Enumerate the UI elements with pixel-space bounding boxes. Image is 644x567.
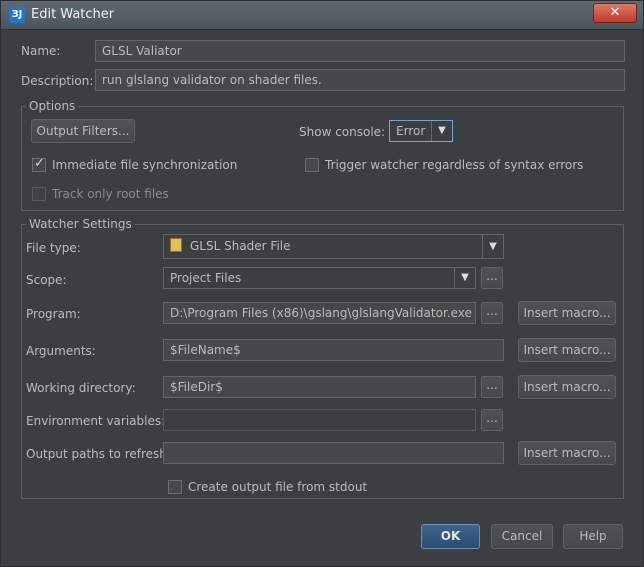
show-console-value: Error [396, 124, 426, 138]
arguments-insert-macro-button[interactable]: Insert macro... [518, 338, 616, 362]
dialog-title: Edit Watcher [31, 7, 115, 22]
program-browse-button[interactable]: ... [481, 302, 503, 324]
environment-variables-label: Environment variables: [26, 414, 166, 428]
environment-variables-browse-button[interactable]: ... [481, 409, 503, 431]
scope-value: Project Files [170, 271, 242, 285]
glsl-file-icon [170, 238, 182, 252]
description-label: Description: [21, 74, 94, 88]
working-directory-browse-button[interactable]: ... [481, 376, 503, 398]
output-paths-insert-macro-button[interactable]: Insert macro... [518, 441, 616, 465]
ok-button[interactable]: OK [421, 524, 480, 549]
track-root-checkbox[interactable] [32, 187, 46, 201]
environment-variables-input[interactable] [163, 409, 476, 431]
name-label: Name: [21, 44, 61, 58]
create-output-checkbox[interactable] [168, 480, 182, 494]
chevron-down-icon: ▼ [454, 268, 475, 288]
output-paths-input[interactable] [163, 442, 504, 464]
cancel-button[interactable]: Cancel [491, 524, 553, 549]
trigger-watcher-label: Trigger watcher regardless of syntax err… [325, 158, 584, 172]
show-console-label: Show console: [299, 125, 386, 139]
working-directory-insert-macro-button[interactable]: Insert macro... [518, 375, 616, 399]
edit-watcher-dialog: ЗJ Edit Watcher ✕ Name: GLSL Valiator De… [0, 0, 644, 567]
trigger-watcher-checkbox[interactable] [305, 158, 319, 172]
immediate-sync-label: Immediate file synchronization [52, 158, 238, 172]
title-bar: ЗJ Edit Watcher ✕ [1, 1, 643, 30]
app-icon: ЗJ [9, 7, 25, 23]
description-input[interactable]: run glslang validator on shader files. [95, 69, 625, 91]
checkmark-icon: ✓ [34, 156, 45, 171]
scope-browse-button[interactable]: ... [481, 267, 503, 289]
track-root-label: Track only root files [52, 187, 169, 201]
output-filters-button[interactable]: Output Filters... [31, 119, 135, 143]
show-console-select[interactable]: Error ▼ [389, 120, 453, 142]
program-insert-macro-button[interactable]: Insert macro... [518, 301, 616, 325]
arguments-input[interactable]: $FileName$ [163, 339, 504, 361]
file-type-select[interactable]: GLSL Shader File ▼ [163, 234, 504, 259]
scope-select[interactable]: Project Files ▼ [163, 267, 476, 289]
file-type-label: File type: [26, 241, 81, 255]
output-paths-label: Output paths to refresh: [26, 447, 171, 461]
immediate-sync-checkbox[interactable]: ✓ [32, 156, 46, 172]
working-directory-label: Working directory: [26, 381, 136, 395]
chevron-down-icon: ▼ [431, 121, 452, 141]
program-input[interactable]: D:\Program Files (x86)\gslang\glslangVal… [163, 302, 476, 324]
working-directory-input[interactable]: $FileDir$ [163, 376, 476, 398]
name-input[interactable]: GLSL Valiator [95, 40, 625, 62]
options-group-title: Options [26, 99, 79, 113]
help-button[interactable]: Help [563, 524, 623, 549]
file-type-value: GLSL Shader File [190, 239, 291, 253]
create-output-label: Create output file from stdout [188, 480, 368, 494]
watcher-settings-group-title: Watcher Settings [26, 217, 135, 231]
close-button[interactable]: ✕ [593, 3, 637, 23]
chevron-down-icon: ▼ [482, 235, 503, 258]
arguments-label: Arguments: [26, 344, 96, 358]
scope-label: Scope: [26, 273, 67, 287]
program-label: Program: [26, 307, 81, 321]
